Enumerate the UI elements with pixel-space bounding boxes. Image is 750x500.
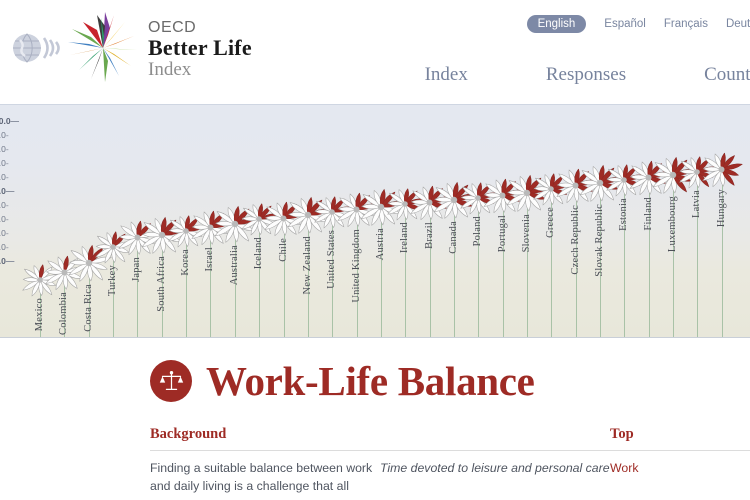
page-title: Work-Life Balance xyxy=(206,357,535,404)
primary-nav: Index Responses Countries xyxy=(425,64,750,86)
chart-label-south-africa: South Africa xyxy=(155,255,167,312)
topics-divider xyxy=(610,450,750,451)
language-switcher: English Español Français Deuts xyxy=(526,15,750,33)
language-deuts[interactable]: Deuts xyxy=(726,18,750,30)
brand-index: Index xyxy=(148,58,192,80)
chart-label-united-kingdom: United Kingdom xyxy=(350,229,362,303)
brand-wordmark: OECD Better Life Index xyxy=(148,18,252,80)
chart-label-mexico: Mexico xyxy=(34,297,45,331)
chart-label-turkey: Turkey xyxy=(107,265,119,297)
y-tick-0-0: 0.0— xyxy=(0,256,15,266)
brand-oecd: OECD xyxy=(148,18,197,36)
topics-link-work[interactable]: Work xyxy=(610,460,750,478)
oecd-burst-icon xyxy=(66,8,140,82)
language-espaol[interactable]: Español xyxy=(604,18,646,30)
chart-label-colombia: Colombia xyxy=(58,292,70,336)
language-franais[interactable]: Français xyxy=(664,18,708,30)
balance-scale-icon xyxy=(150,360,192,402)
y-tick-8-0: 8.0- xyxy=(0,144,9,154)
chart-label-slovak-republic: Slovak Republic xyxy=(594,204,606,277)
content-columns: Background Finding a suitable balance be… xyxy=(0,426,750,496)
chart-label-canada: Canada xyxy=(447,220,459,254)
background-paragraph: Finding a suitable balance between work … xyxy=(150,461,373,493)
background-divider xyxy=(150,450,380,451)
y-tick-10-0: 10.0— xyxy=(0,116,20,126)
page-title-row: Work-Life Balance xyxy=(0,338,750,402)
nav-item-index[interactable]: Index xyxy=(425,64,468,86)
chart-label-czech-republic: Czech Republic xyxy=(569,205,581,275)
y-tick-6-0: 6.0- xyxy=(0,172,9,182)
chart-label-hungary: Hungary xyxy=(715,188,727,227)
work-life-balance-chart: Mexico Colombia Costa Rica Turkey Japan South… xyxy=(0,104,750,338)
definition-divider xyxy=(380,450,610,451)
chart-label-australia: Australia xyxy=(228,244,240,285)
y-tick-3-0: 3.0- xyxy=(0,214,9,224)
definition-column: Time devoted to leisure and personal car… xyxy=(380,426,610,496)
chart-y-axis: 10.0— 9.0- 8.0- 7.0- 6.0- 5.0— 4.0- 3.0- 2.0- 1.0… xyxy=(0,105,26,337)
background-heading: Background xyxy=(150,426,227,442)
definition-heading-spacer xyxy=(380,426,610,443)
topics-column: Top Work xyxy=(610,426,750,496)
language-english[interactable]: English xyxy=(526,15,587,33)
site-logo[interactable]: OECD Better Life Index xyxy=(10,8,252,82)
y-tick-1-0: 1.0- xyxy=(0,242,9,252)
site-header: OECD Better Life Index English Español Fra… xyxy=(0,0,750,104)
chart-plot-area: Mexico Colombia Costa Rica Turkey Japan South… xyxy=(0,105,750,337)
y-tick-9-0: 9.0- xyxy=(0,130,9,140)
page-root: OECD Better Life Index English Español Fra… xyxy=(0,0,750,500)
definition-text: Time devoted to leisure and personal car… xyxy=(380,461,610,475)
nav-item-countries[interactable]: Countries xyxy=(704,64,750,86)
y-tick-2-0: 2.0- xyxy=(0,228,9,238)
nav-item-responses[interactable]: Responses xyxy=(546,64,626,86)
y-tick-5-0: 5.0— xyxy=(0,186,15,196)
page-content: Work-Life Balance Background Finding a s… xyxy=(0,338,750,500)
chart-label-slovenia: Slovenia xyxy=(521,213,532,253)
chart-label-united-states: United States xyxy=(326,230,338,290)
chart-label-austria: Austria xyxy=(374,227,386,261)
chart-label-costa-rica: Costa Rica xyxy=(82,283,94,332)
y-tick-4-0: 4.0- xyxy=(0,200,9,210)
chart-label-new-zealand: New Zealand xyxy=(301,236,313,295)
globe-waves-icon xyxy=(10,22,62,74)
background-column: Background Finding a suitable balance be… xyxy=(150,426,380,496)
chart-label-luxembourg: Luxembourg xyxy=(667,195,679,252)
brand-better-life: Better Life xyxy=(148,34,252,60)
y-tick-7-0: 7.0- xyxy=(0,158,9,168)
topics-heading: Top xyxy=(610,426,634,442)
